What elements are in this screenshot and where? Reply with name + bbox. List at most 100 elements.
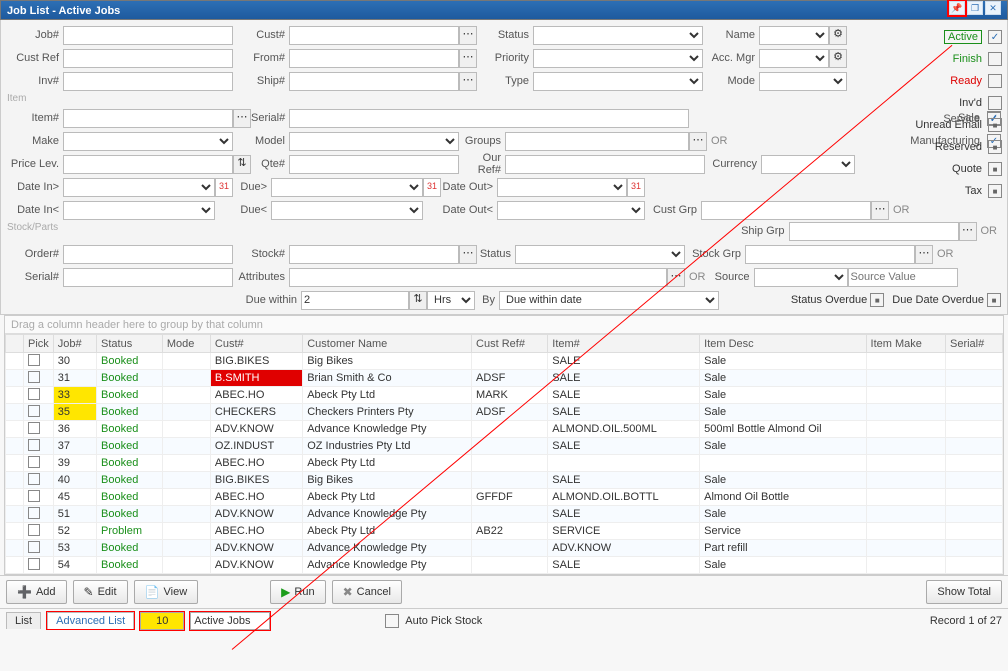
stockgrp-input[interactable]	[745, 245, 915, 264]
list-name-input[interactable]	[190, 612, 270, 630]
reserved-check[interactable]	[988, 140, 1002, 154]
custgrp-lookup[interactable]: ⋯	[871, 201, 889, 220]
col-sel[interactable]	[6, 335, 24, 353]
from-input[interactable]	[289, 49, 459, 68]
table-row[interactable]: 52ProblemABEC.HOAbeck Pty LtdAB22SERVICE…	[6, 523, 1003, 540]
pick-checkbox[interactable]	[28, 388, 40, 400]
model-select[interactable]	[289, 132, 459, 151]
serial-input[interactable]	[289, 109, 689, 128]
tax-check[interactable]	[988, 184, 1002, 198]
col-Serial#[interactable]: Serial#	[945, 335, 1002, 353]
table-row[interactable]: 37BookedOZ.INDUSTOZ Industries Pty LtdSA…	[6, 438, 1003, 455]
tab-advanced-list[interactable]: Advanced List	[47, 612, 134, 629]
finish-check[interactable]	[988, 52, 1002, 66]
duedate-overdue-check[interactable]	[987, 293, 1001, 307]
invd-check[interactable]	[988, 96, 1002, 110]
col-Customer Name[interactable]: Customer Name	[303, 335, 472, 353]
col-Mode[interactable]: Mode	[162, 335, 210, 353]
datein-lt-input[interactable]	[63, 201, 215, 220]
pick-checkbox[interactable]	[28, 456, 40, 468]
col-Cust Ref#[interactable]: Cust Ref#	[472, 335, 548, 353]
table-row[interactable]: 39BookedABEC.HOAbeck Pty Ltd	[6, 455, 1003, 472]
attr-input[interactable]	[289, 268, 667, 287]
col-Job#[interactable]: Job#	[53, 335, 96, 353]
pick-checkbox[interactable]	[28, 490, 40, 502]
item-input[interactable]	[63, 109, 233, 128]
accmgr-select[interactable]	[759, 49, 829, 68]
col-Status[interactable]: Status	[97, 335, 163, 353]
source-select[interactable]	[754, 268, 848, 287]
mode-select[interactable]	[759, 72, 847, 91]
cust-input[interactable]	[289, 26, 459, 45]
due-gt-input[interactable]	[271, 178, 423, 197]
make-select[interactable]	[63, 132, 233, 151]
qte-input[interactable]	[289, 155, 459, 174]
groups-input[interactable]	[505, 132, 689, 151]
view-button[interactable]: 📄View	[134, 580, 199, 604]
pick-checkbox[interactable]	[28, 405, 40, 417]
due-lt-input[interactable]	[271, 201, 423, 220]
group-hint[interactable]: Drag a column header here to group by th…	[5, 316, 1003, 334]
stock-lookup[interactable]: ⋯	[459, 245, 477, 264]
job-input[interactable]	[63, 26, 233, 45]
attr-lookup[interactable]: ⋯	[667, 268, 685, 287]
autopick-check[interactable]	[385, 614, 399, 628]
table-row[interactable]: 53BookedADV.KNOWAdvance Knowledge PtyADV…	[6, 540, 1003, 557]
status2-select[interactable]	[515, 245, 685, 264]
inv-input[interactable]	[63, 72, 233, 91]
due-gt-cal[interactable]: 31	[423, 178, 441, 197]
table-row[interactable]: 31BookedB.SMITHBrian Smith & CoADSFSALES…	[6, 370, 1003, 387]
duewithin-input[interactable]	[301, 291, 409, 310]
custref-input[interactable]	[63, 49, 233, 68]
table-row[interactable]: 40BookedBIG.BIKESBig BikesSALESale	[6, 472, 1003, 489]
pick-checkbox[interactable]	[28, 371, 40, 383]
dateout-lt-input[interactable]	[497, 201, 645, 220]
currency-select[interactable]	[761, 155, 855, 174]
col-Item Make[interactable]: Item Make	[866, 335, 945, 353]
table-row[interactable]: 35BookedCHECKERSCheckers Printers PtyADS…	[6, 404, 1003, 421]
order-input[interactable]	[63, 245, 233, 264]
pick-checkbox[interactable]	[28, 422, 40, 434]
pick-checkbox[interactable]	[28, 473, 40, 485]
pick-checkbox[interactable]	[28, 524, 40, 536]
table-row[interactable]: 45BookedABEC.HOAbeck Pty LtdGFFDFALMOND.…	[6, 489, 1003, 506]
cust-lookup[interactable]: ⋯	[459, 26, 477, 45]
shipgrp-input[interactable]	[789, 222, 959, 241]
table-row[interactable]: 51BookedADV.KNOWAdvance Knowledge PtySAL…	[6, 506, 1003, 523]
custgrp-input[interactable]	[701, 201, 871, 220]
table-row[interactable]: 54BookedADV.KNOWAdvance Knowledge PtySAL…	[6, 557, 1003, 574]
ship-input[interactable]	[289, 72, 459, 91]
status-overdue-check[interactable]	[870, 293, 884, 307]
status-select[interactable]	[533, 26, 703, 45]
datein-gt-input[interactable]	[63, 178, 215, 197]
dateout-gt-cal[interactable]: 31	[627, 178, 645, 197]
quote-check[interactable]	[988, 162, 1002, 176]
ready-check[interactable]	[988, 74, 1002, 88]
add-button[interactable]: ➕Add	[6, 580, 67, 604]
pricelev-spin[interactable]: ⇅	[233, 155, 251, 174]
hrs-select[interactable]: Hrs	[427, 291, 475, 310]
restore-button[interactable]: ❐	[967, 1, 983, 15]
stock-input[interactable]	[289, 245, 459, 264]
duewithin-spin[interactable]: ⇅	[409, 291, 427, 310]
name-select[interactable]	[759, 26, 829, 45]
shipgrp-lookup[interactable]: ⋯	[959, 222, 977, 241]
datein-gt-cal[interactable]: 31	[215, 178, 233, 197]
stockgrp-lookup[interactable]: ⋯	[915, 245, 933, 264]
item-lookup[interactable]: ⋯	[233, 109, 251, 128]
by-select[interactable]: Due within date	[499, 291, 719, 310]
col-Cust#[interactable]: Cust#	[210, 335, 302, 353]
pick-checkbox[interactable]	[28, 439, 40, 451]
col-Pick[interactable]: Pick	[24, 335, 54, 353]
pin-button[interactable]: 📌	[949, 1, 965, 15]
pick-checkbox[interactable]	[28, 558, 40, 570]
groups-lookup[interactable]: ⋯	[689, 132, 707, 151]
edit-button[interactable]: ✎Edit	[73, 580, 128, 604]
list-count-spinner[interactable]	[140, 612, 184, 630]
type-select[interactable]	[533, 72, 703, 91]
pick-checkbox[interactable]	[28, 507, 40, 519]
pick-checkbox[interactable]	[28, 354, 40, 366]
pricelev-input[interactable]	[63, 155, 233, 174]
run-button[interactable]: ▶Run	[270, 580, 325, 604]
table-row[interactable]: 30BookedBIG.BIKESBig BikesSALESale	[6, 353, 1003, 370]
